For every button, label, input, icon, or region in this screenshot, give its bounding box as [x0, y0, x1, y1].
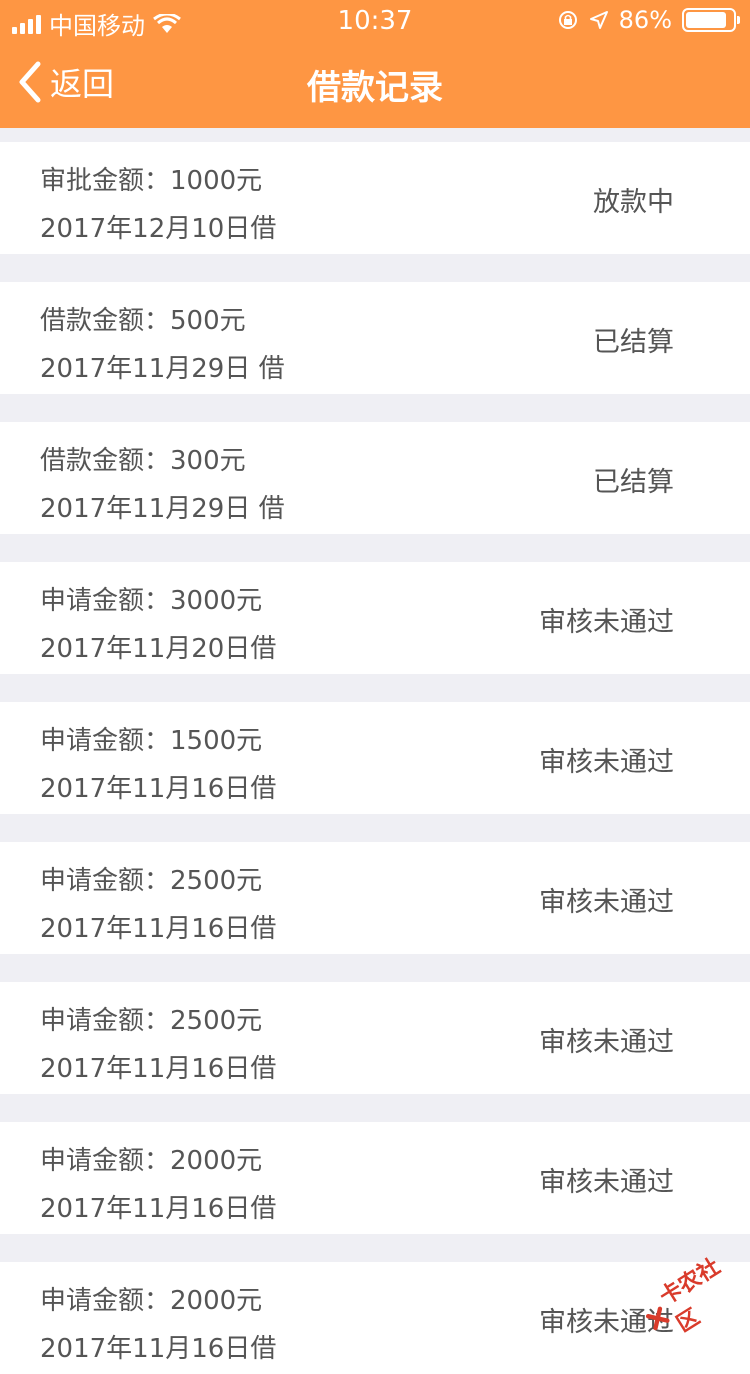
record-status: 已结算	[593, 327, 674, 358]
record-date: 2017年11月16日借	[40, 914, 277, 944]
record-amount: 申请金额：2000元	[40, 1286, 263, 1316]
record-amount: 审批金额：1000元	[40, 166, 263, 196]
record-date: 2017年11月29日 借	[40, 494, 285, 524]
record-date: 2017年11月16日借	[40, 774, 277, 804]
list-item[interactable]: 申请金额：3000元 2017年11月20日借 审核未通过	[0, 562, 750, 674]
record-amount: 申请金额：3000元	[40, 586, 263, 616]
record-date: 2017年11月16日借	[40, 1194, 277, 1224]
list-item[interactable]: 申请金额：2000元 2017年11月16日借 审核未通过	[0, 1122, 750, 1234]
location-icon	[589, 11, 608, 29]
record-amount: 申请金额：1500元	[40, 726, 263, 756]
record-status: 放款中	[593, 187, 674, 218]
header: 中国移动 10:37 86% 返回 借款记录	[0, 0, 750, 128]
record-date: 2017年11月29日 借	[40, 354, 285, 384]
record-date: 2017年11月20日借	[40, 634, 277, 664]
status-right: 86%	[557, 6, 740, 34]
list-item[interactable]: 审批金额：1000元 2017年12月10日借 放款中	[0, 142, 750, 254]
battery-fill	[686, 12, 726, 28]
record-status: 审核未通过	[539, 1027, 674, 1058]
status-bar: 中国移动 10:37 86%	[0, 0, 750, 40]
page-title: 借款记录	[307, 68, 443, 108]
record-date: 2017年11月16日借	[40, 1054, 277, 1084]
record-amount: 借款金额：500元	[40, 306, 246, 336]
record-status: 审核未通过	[539, 607, 674, 638]
list-item[interactable]: 申请金额：2000元 2017年11月16日借 审核未通过	[0, 1262, 750, 1374]
record-status: 审核未通过	[539, 887, 674, 918]
list-item[interactable]: 借款金额：500元 2017年11月29日 借 已结算	[0, 282, 750, 394]
list-item[interactable]: 申请金额：2500元 2017年11月16日借 审核未通过	[0, 982, 750, 1094]
nav-bar: 返回 借款记录	[0, 40, 750, 128]
record-amount: 申请金额：2500元	[40, 866, 263, 896]
record-status: 审核未通过	[539, 747, 674, 778]
list-item[interactable]: 申请金额：2500元 2017年11月16日借 审核未通过	[0, 842, 750, 954]
record-amount: 借款金额：300元	[40, 446, 246, 476]
record-date: 2017年12月10日借	[40, 214, 277, 244]
battery-percent: 86%	[618, 6, 672, 34]
rotation-lock-icon	[558, 11, 577, 29]
battery-icon	[682, 8, 740, 32]
record-status: 审核未通过	[539, 1167, 674, 1198]
list-item[interactable]: 申请金额：1500元 2017年11月16日借 审核未通过	[0, 702, 750, 814]
record-amount: 申请金额：2500元	[40, 1006, 263, 1036]
record-amount: 申请金额：2000元	[40, 1146, 263, 1176]
record-status: 已结算	[593, 467, 674, 498]
list-item[interactable]: 借款金额：300元 2017年11月29日 借 已结算	[0, 422, 750, 534]
